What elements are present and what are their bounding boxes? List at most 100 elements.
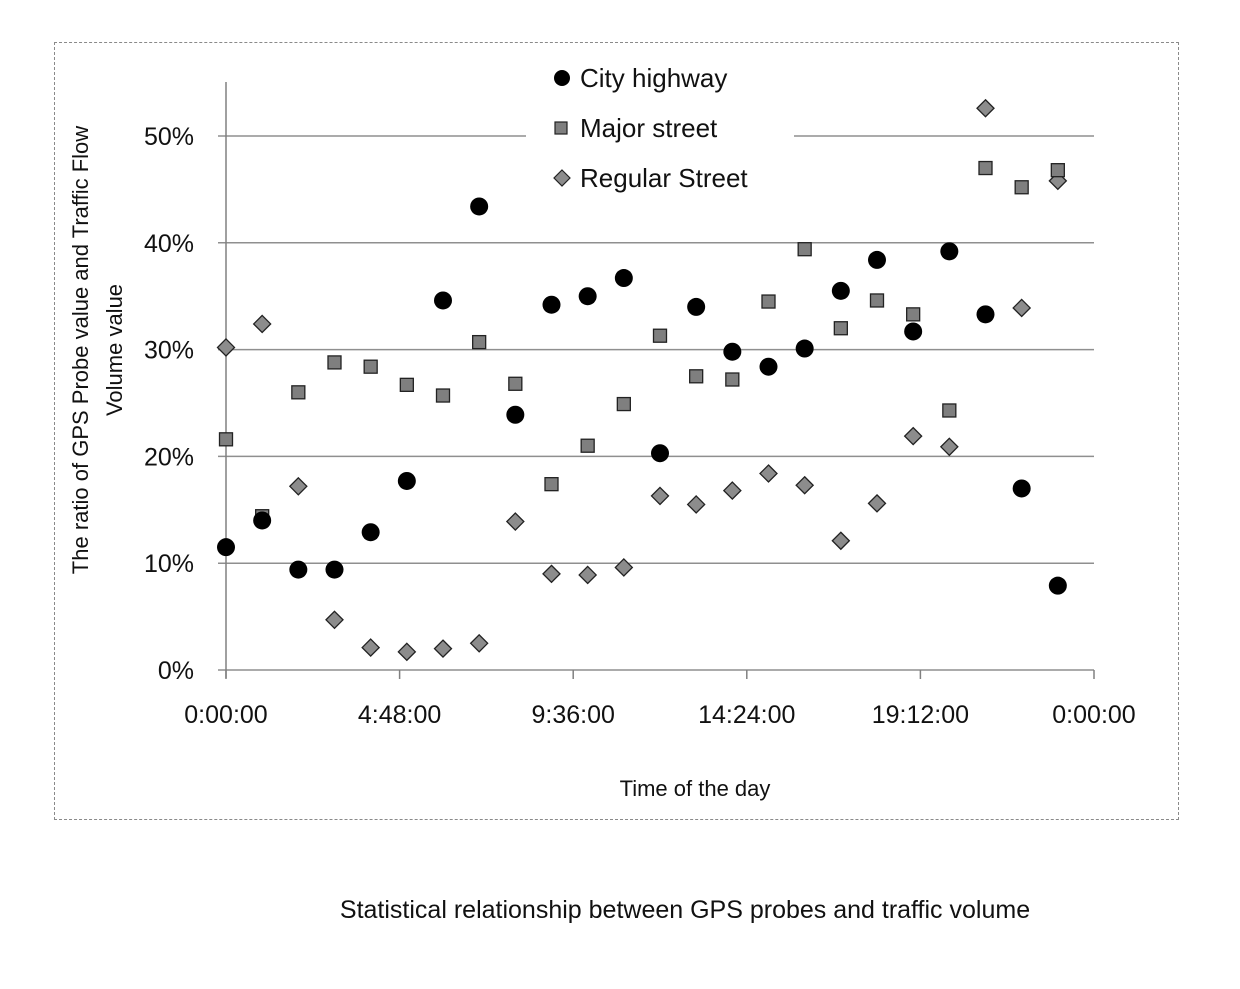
point-major-street [291,385,306,400]
point-major-street [869,293,885,308]
legend-item-major-street: Major street [554,113,718,143]
point-regular-street [614,558,634,577]
y-tick-label: 50% [144,123,194,151]
x-tick-label: 14:24:00 [698,701,795,729]
point-city-highway [434,291,452,310]
series-major-street [218,160,1065,524]
y-tick-label: 20% [144,443,194,471]
point-regular-street [831,531,851,551]
point-regular-street [759,464,778,483]
point-city-highway [940,242,959,261]
point-city-highway [1012,479,1031,498]
point-regular-street [650,486,670,506]
x-tick-label: 19:12:00 [872,701,969,729]
point-regular-street [976,98,995,118]
x-tick-label: 0:00:00 [184,701,267,729]
point-regular-street [1012,298,1032,318]
legend-label: City highway [580,63,727,93]
point-major-street [544,477,559,492]
point-city-highway [687,297,706,316]
point-city-highway [1048,576,1067,595]
point-major-street [435,388,451,403]
point-major-street [906,307,921,322]
point-major-street [652,328,668,343]
legend-item-city-highway: City highway [554,63,727,93]
x-tick-label: 0:00:00 [1052,701,1135,729]
point-city-highway [904,322,923,341]
point-major-street [1014,180,1029,195]
y-tick-label: 30% [144,337,194,365]
y-tick-label: 40% [144,230,194,258]
x-tick-label: 4:48:00 [358,701,441,729]
series-city-highway [217,197,1067,595]
point-regular-street [795,475,815,495]
gridlines [218,135,1094,671]
point-city-highway [976,305,995,324]
point-city-highway [361,523,380,542]
point-major-street [616,396,631,412]
point-city-highway [578,287,597,306]
point-regular-street [397,642,417,662]
x-tick-label: 9:36:00 [531,701,614,729]
point-major-street [363,359,378,374]
point-city-highway [253,511,272,530]
point-city-highway [470,197,489,216]
point-city-highway [397,471,416,490]
point-major-street [327,355,342,370]
point-major-street [833,321,848,336]
point-regular-street [433,639,453,659]
circle-marker-icon [554,70,570,86]
legend-label: Regular Street [580,163,748,193]
point-major-street [725,372,740,387]
point-regular-street [867,493,887,513]
point-regular-street [325,610,344,630]
point-major-street [399,377,414,392]
point-major-street [761,294,776,309]
point-city-highway [506,405,525,424]
point-city-highway [831,281,850,300]
scatter-chart: 0% 10% 20% 30% 40% 50% 0:00:00 4:48:00 9:36:00 1… [68,56,1136,801]
legend-label: Major street [580,113,718,143]
y-axis-title: The ratio of GPS Probe value and Traffic… [68,126,127,574]
x-axis-title: Time of the day [620,776,771,801]
legend: City highway Major street Regular Street [526,56,794,206]
point-city-highway [759,357,778,376]
x-tick-labels: 0:00:00 4:48:00 9:36:00 14:24:00 19:12:00 0:0… [184,670,1136,729]
point-city-highway [723,342,742,361]
y-tick-labels: 0% 10% 20% 30% 40% 50% [144,123,194,685]
y-tick-label: 10% [144,550,194,578]
point-major-street [580,438,595,453]
point-city-highway [325,560,344,579]
point-regular-street [252,314,272,334]
y-axis-title-line-2: Volume value [102,284,127,416]
point-major-street [942,403,957,418]
point-major-street [508,376,523,391]
point-regular-street [361,638,381,657]
y-tick-label: 0% [158,657,194,685]
point-regular-street [469,633,489,653]
point-regular-street [288,476,308,496]
point-regular-street [542,564,561,584]
point-regular-street [216,338,236,357]
point-regular-street [686,495,706,514]
point-city-highway [795,339,814,358]
point-regular-street [505,512,525,531]
point-major-street [1050,163,1065,178]
point-city-highway [868,250,886,269]
figure-caption: Statistical relationship between GPS pro… [339,896,1031,924]
point-major-street [689,369,704,384]
point-regular-street [903,426,923,446]
square-marker-icon [554,121,568,135]
point-major-street [218,432,234,447]
point-major-street [797,242,812,257]
legend-item-regular-street: Regular Street [553,163,748,193]
point-city-highway [614,269,633,288]
point-regular-street [722,481,742,500]
point-major-street [978,160,993,176]
y-axis-title-line-1: The ratio of GPS Probe value and Traffic… [68,126,93,574]
point-city-highway [217,538,235,557]
point-city-highway [542,295,561,314]
point-regular-street [578,565,598,585]
point-city-highway [651,444,669,463]
point-major-street [472,334,487,350]
